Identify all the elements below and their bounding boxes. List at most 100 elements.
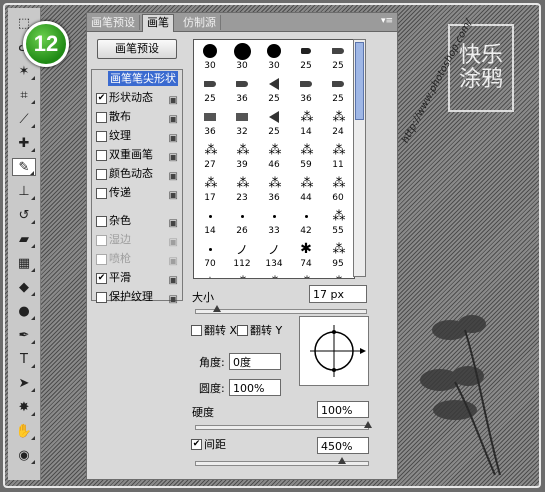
brush-preset-cell[interactable]: 32 xyxy=(226,106,258,139)
flip-x-checkbox[interactable] xyxy=(191,325,202,336)
brush-preset-cell[interactable]: 30 xyxy=(258,40,290,73)
brush-preset-cell[interactable]: 33 xyxy=(258,205,290,238)
option-checkbox[interactable] xyxy=(96,112,107,123)
brush-preset-cell[interactable]: ⁂ 23 xyxy=(226,172,258,205)
brush-preset-cell[interactable]: 30 xyxy=(194,40,226,73)
brush-preset-cell[interactable]: 25 xyxy=(258,73,290,106)
brush-preset-cell[interactable]: 25 xyxy=(322,40,354,73)
angle-field[interactable]: 0度 xyxy=(229,353,281,370)
brush-preset-cell[interactable]: ⁂ 60 xyxy=(322,172,354,205)
option-checkbox[interactable] xyxy=(96,188,107,199)
option-checkbox[interactable]: ✔ xyxy=(96,93,107,104)
option-checkbox[interactable] xyxy=(96,292,107,303)
brush-option-item[interactable]: 湿边 ▣ xyxy=(92,231,182,249)
brush-preset-cell[interactable]: ⁂ 39 xyxy=(226,139,258,172)
brush-preset-cell[interactable]: ⁂ 27 xyxy=(194,139,226,172)
dodge-icon[interactable]: ● xyxy=(12,302,36,320)
spacing-slider[interactable] xyxy=(195,457,369,466)
eyedropper-icon[interactable]: ⟋ xyxy=(12,110,36,128)
spacing-slider-knob[interactable] xyxy=(338,457,346,464)
brush-preset-cell[interactable]: ⁂33 xyxy=(290,271,322,279)
path-select-icon[interactable]: ➤ xyxy=(12,374,36,392)
brush-preset-cell[interactable]: 25 xyxy=(322,73,354,106)
brush-preset-cell[interactable]: 14 xyxy=(194,205,226,238)
brush-option-item[interactable]: 散布 ▣ xyxy=(92,108,182,126)
history-brush-icon[interactable]: ↺ xyxy=(12,206,36,224)
brush-preset-cell[interactable]: ⁂192 xyxy=(226,271,258,279)
option-checkbox[interactable] xyxy=(96,235,107,246)
brush-preset-cell[interactable]: ⁂ 46 xyxy=(258,139,290,172)
brush-preset-cell[interactable]: ⁂ 24 xyxy=(322,106,354,139)
lock-icon[interactable]: ▣ xyxy=(169,291,178,309)
option-checkbox[interactable] xyxy=(96,254,107,265)
brush-option-item[interactable]: 纹理 ▣ xyxy=(92,127,182,145)
brush-option-item[interactable]: ✔ 平滑 ▣ xyxy=(92,269,182,287)
size-slider-knob[interactable] xyxy=(213,305,221,312)
shape-icon[interactable]: ✸ xyxy=(12,398,36,416)
option-checkbox[interactable]: ✔ xyxy=(96,273,107,284)
brush-preset-cell[interactable]: 70 xyxy=(194,238,226,271)
tab-brush[interactable]: 画笔 xyxy=(142,14,174,32)
brush-angle-roundness-preview[interactable] xyxy=(299,316,369,386)
brush-option-item[interactable]: 传递 ▣ xyxy=(92,184,182,202)
tab-clone-source[interactable]: 仿制源 xyxy=(179,15,221,30)
hardness-slider[interactable] xyxy=(195,421,372,430)
panel-menu-icon[interactable]: ▾≡ xyxy=(381,16,393,26)
brush-preset-cell[interactable]: 26 xyxy=(226,205,258,238)
brush-option-item[interactable]: 杂色 ▣ xyxy=(92,212,182,230)
pen-icon[interactable]: ✒ xyxy=(12,326,36,344)
option-checkbox[interactable] xyxy=(96,150,107,161)
brush-preset-cell[interactable]: ⁂ 17 xyxy=(194,172,226,205)
brush-option-item[interactable]: 喷枪 ▣ xyxy=(92,250,182,268)
hardness-field[interactable]: 100% xyxy=(317,401,369,418)
gradient-icon[interactable]: ▦ xyxy=(12,254,36,272)
blur-icon[interactable]: ◆ xyxy=(12,278,36,296)
size-slider[interactable] xyxy=(195,305,367,314)
spacing-checkbox[interactable]: ✔ xyxy=(191,439,202,450)
brush-option-item[interactable]: 双重画笔 ▣ xyxy=(92,146,182,164)
brush-preset-cell[interactable]: ⁂ 95 xyxy=(322,238,354,271)
type-icon[interactable]: T xyxy=(12,350,36,368)
brush-grid-scrollbar[interactable] xyxy=(353,39,366,277)
brush-preset-cell[interactable]: 36 xyxy=(226,73,258,106)
hardness-slider-knob[interactable] xyxy=(364,421,372,428)
brush-preset-cell[interactable]: ⁂36 xyxy=(258,271,290,279)
brush-preset-cell[interactable]: ノ 134 xyxy=(258,238,290,271)
brush-preset-cell[interactable]: ⁂ 59 xyxy=(290,139,322,172)
brush-option-item[interactable]: 保护纹理 ▣ xyxy=(92,288,182,306)
eraser-icon[interactable]: ▰ xyxy=(12,230,36,248)
roundness-field[interactable]: 100% xyxy=(229,379,281,396)
brush-preset-cell[interactable]: 25 xyxy=(194,73,226,106)
healing-brush-icon[interactable]: ✚ xyxy=(12,134,36,152)
spacing-field[interactable]: 450% xyxy=(317,437,369,454)
brush-option-item[interactable]: ✔ 形状动态 ▣ xyxy=(92,89,182,107)
option-checkbox[interactable] xyxy=(96,216,107,227)
option-checkbox[interactable] xyxy=(96,131,107,142)
brush-preset-cell[interactable]: ノ 112 xyxy=(226,238,258,271)
stamp-icon[interactable]: ⊥ xyxy=(12,182,36,200)
size-field[interactable]: 17 px xyxy=(309,285,367,303)
brush-preset-cell[interactable]: ⁂36 xyxy=(258,172,290,205)
brush-preset-cell[interactable]: 36 xyxy=(290,73,322,106)
magic-wand-icon[interactable]: ✶ xyxy=(12,62,36,80)
brush-preset-cell[interactable]: ⁂63 xyxy=(322,271,354,279)
brush-preset-cell[interactable]: 25 xyxy=(258,106,290,139)
hand-icon[interactable]: ✋ xyxy=(12,422,36,440)
brush-preset-cell[interactable]: 36 xyxy=(194,106,226,139)
zoom-icon[interactable]: ◉ xyxy=(12,446,36,464)
scrollbar-thumb[interactable] xyxy=(355,42,364,120)
brush-option-item[interactable]: 颜色动态 ▣ xyxy=(92,165,182,183)
brush-preset-cell[interactable]: ✱ 74 xyxy=(290,238,322,271)
brush-preset-cell[interactable]: ⁂ 55 xyxy=(322,205,354,238)
brush-preset-cell[interactable]: 42 xyxy=(290,205,322,238)
brush-preset-cell[interactable]: ⁂ 44 xyxy=(290,172,322,205)
brush-icon[interactable]: ✎ xyxy=(12,158,36,176)
lock-icon[interactable]: ▣ xyxy=(169,187,178,205)
brush-preset-cell[interactable]: 25 xyxy=(290,40,322,73)
crop-icon[interactable]: ⌗ xyxy=(12,86,36,104)
brush-preset-cell[interactable]: ⁂ 14 xyxy=(290,106,322,139)
brush-preset-cell[interactable]: ☆29 xyxy=(194,271,226,278)
option-checkbox[interactable] xyxy=(96,169,107,180)
brush-presets-button[interactable]: 画笔预设 xyxy=(97,39,177,59)
brush-preset-cell[interactable]: 30 xyxy=(226,40,258,73)
